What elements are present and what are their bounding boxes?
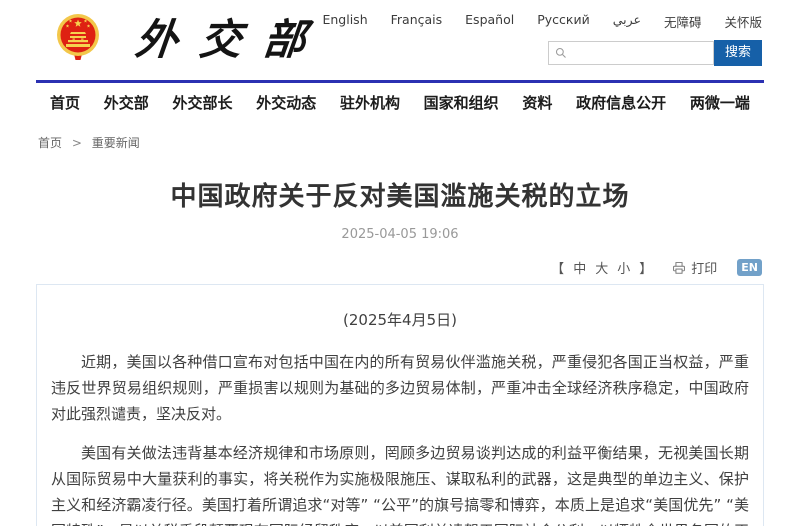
- bracket-open: 【: [551, 258, 564, 277]
- accessibility-link[interactable]: 无障碍: [664, 12, 702, 31]
- breadcrumb-separator: >: [72, 136, 82, 150]
- font-large-button[interactable]: 大: [595, 258, 608, 277]
- print-label: 打印: [691, 258, 717, 277]
- lang-espanol[interactable]: Español: [465, 12, 514, 31]
- nav-item-minister[interactable]: 外交部长: [172, 92, 232, 113]
- nav-item-home[interactable]: 首页: [50, 92, 80, 113]
- font-small-button[interactable]: 小: [617, 258, 630, 277]
- article: 中国政府关于反对美国滥施关税的立场 2025-04-05 19:06 【 中 大…: [36, 176, 764, 526]
- breadcrumb-home[interactable]: 首页: [38, 136, 62, 150]
- nav-item-ministry[interactable]: 外交部: [104, 92, 149, 113]
- breadcrumb-current[interactable]: 重要新闻: [92, 136, 140, 150]
- search-input[interactable]: [567, 42, 713, 64]
- china-national-emblem-icon: [54, 12, 102, 62]
- printer-icon: [672, 261, 686, 275]
- nav-item-social-media[interactable]: 两微一端: [690, 92, 750, 113]
- nav-item-resources[interactable]: 资料: [522, 92, 552, 113]
- article-body: (2025年4月5日) 近期，美国以各种借口宣布对包括中国在内的所有贸易伙伴滥施…: [36, 284, 764, 526]
- mfa-calligraphy: 外交部: [133, 6, 331, 67]
- site-header: 外交部 English Français Español Русский عرب…: [0, 0, 800, 80]
- search-bar: 搜索: [548, 40, 762, 66]
- search-icon: [555, 47, 567, 59]
- mfa-homepage: 外交部 English Français Español Русский عرب…: [0, 0, 800, 526]
- breadcrumb: 首页 > 重要新闻: [36, 134, 764, 151]
- bracket-close: 】: [639, 258, 652, 277]
- paragraph-2: 美国有关做法违背基本经济规律和市场原则，罔顾多边贸易谈判达成的利益平衡结果，无视…: [51, 440, 749, 526]
- english-version-badge[interactable]: EN: [737, 259, 762, 276]
- font-size-controls: 【 中 大 小 】: [551, 258, 652, 277]
- care-version-link[interactable]: 关怀版: [724, 12, 762, 31]
- font-medium-button[interactable]: 中: [573, 258, 586, 277]
- publish-datetime: 2025-04-05 19:06: [36, 227, 764, 242]
- nav-item-activities[interactable]: 外交动态: [256, 92, 316, 113]
- article-dateline: (2025年4月5日): [51, 307, 749, 333]
- print-button[interactable]: 打印: [672, 258, 717, 277]
- search-box: [548, 41, 714, 65]
- lang-russian[interactable]: Русский: [537, 12, 589, 31]
- lang-francais[interactable]: Français: [391, 12, 443, 31]
- page-title: 中国政府关于反对美国滥施关税的立场: [36, 176, 764, 213]
- nav-item-countries[interactable]: 国家和组织: [424, 92, 499, 113]
- main-nav: 首页 外交部 外交部长 外交动态 驻外机构 国家和组织 资料 政府信息公开 两微…: [0, 80, 800, 121]
- paragraph-1: 近期，美国以各种借口宣布对包括中国在内的所有贸易伙伴滥施关税，严重侵犯各国正当权…: [51, 349, 749, 427]
- nav-item-missions[interactable]: 驻外机构: [340, 92, 400, 113]
- article-tools: 【 中 大 小 】 打印 EN: [36, 258, 764, 277]
- language-bar: English Français Español Русский عربي 无障…: [322, 12, 762, 31]
- nav-item-gov-info[interactable]: 政府信息公开: [576, 92, 666, 113]
- lang-english[interactable]: English: [322, 12, 367, 31]
- lang-arabic[interactable]: عربي: [613, 12, 641, 31]
- search-button[interactable]: 搜索: [714, 40, 762, 66]
- mfa-logo[interactable]: 外交部: [54, 6, 328, 67]
